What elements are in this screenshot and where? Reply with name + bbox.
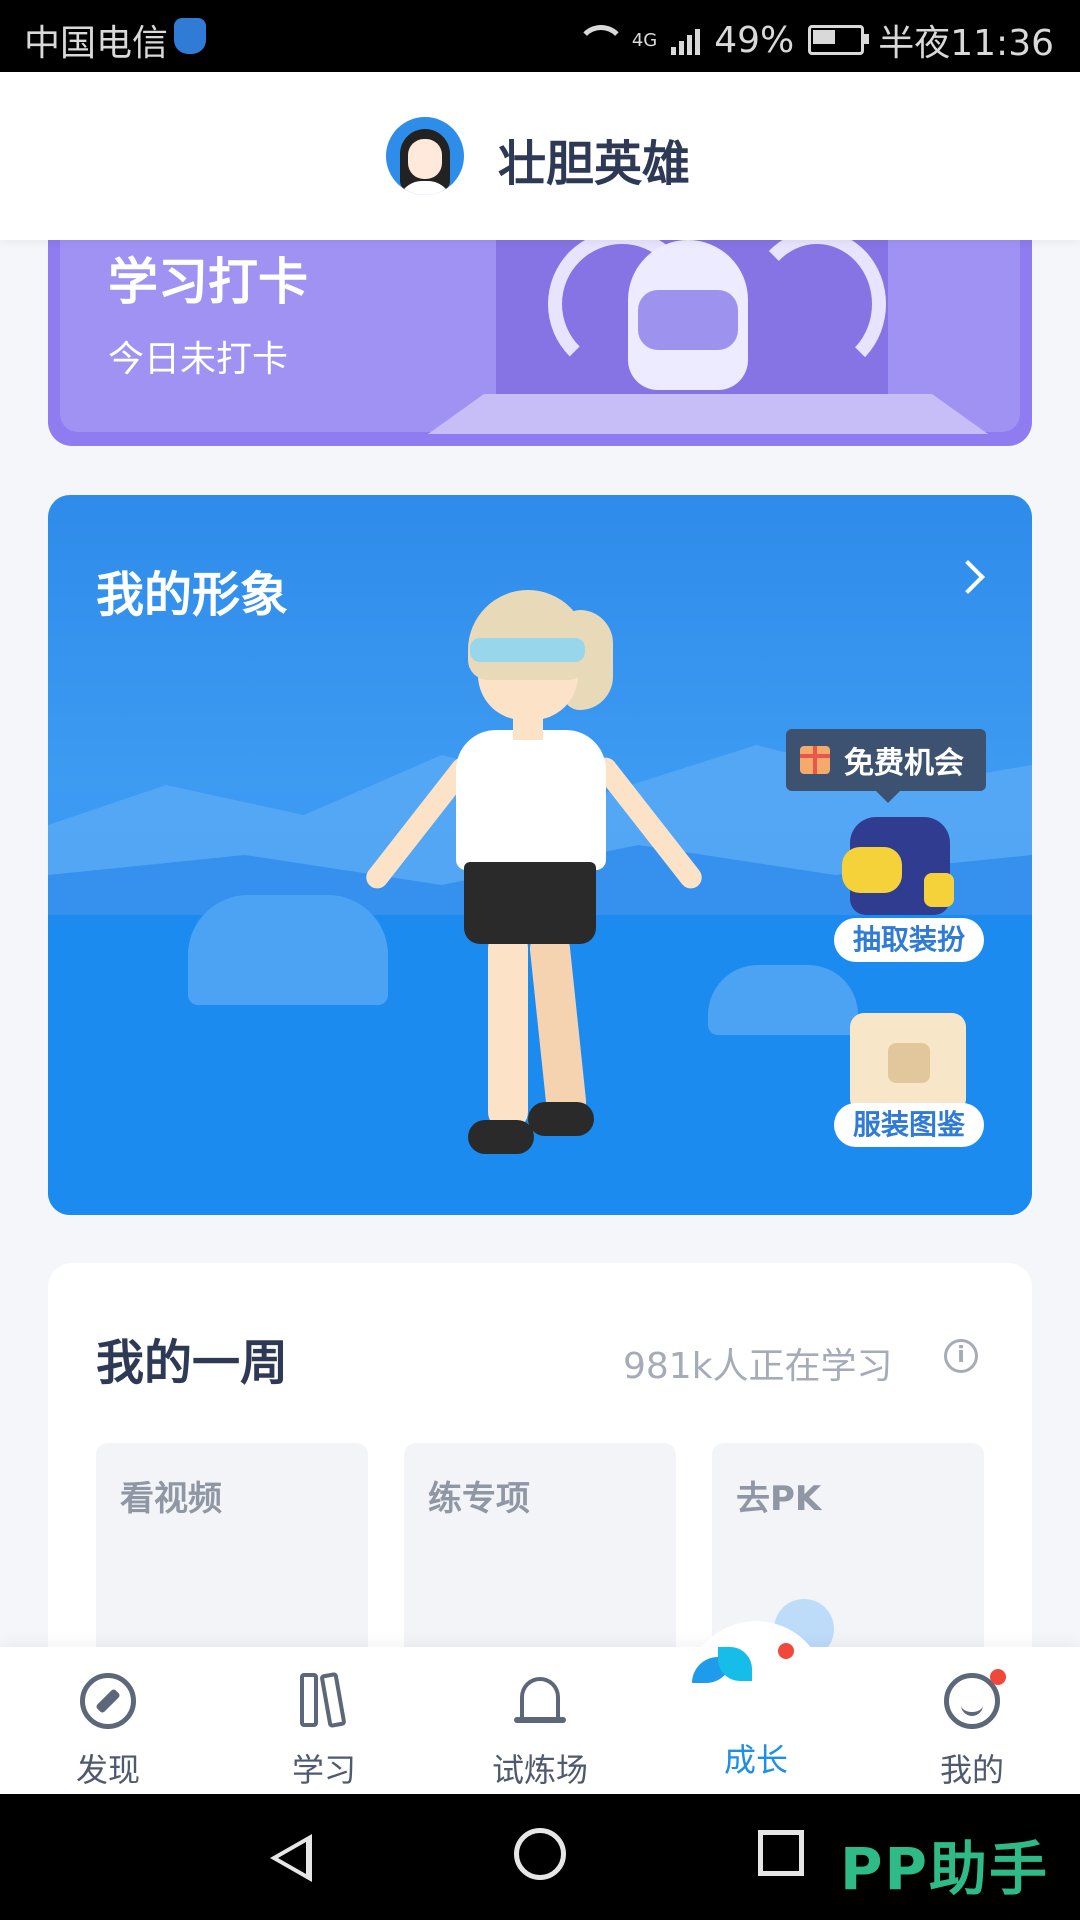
- security-shield-icon: [174, 18, 206, 54]
- wifi-icon: [576, 25, 618, 55]
- notification-dot: [778, 1643, 794, 1659]
- my-avatar-card[interactable]: 我的形象 免费机会 抽取装扮 服装图鉴: [48, 495, 1032, 1215]
- free-chance-label: 免费机会: [844, 746, 964, 781]
- bell-icon: [512, 1673, 568, 1729]
- week-title: 我的一周: [96, 1335, 289, 1391]
- back-icon[interactable]: [270, 1834, 312, 1882]
- nav-label: 学习: [291, 1751, 356, 1789]
- chevron-right-icon[interactable]: [951, 560, 985, 594]
- nav-label: 发现: [75, 1751, 140, 1789]
- lucky-bag-icon[interactable]: [842, 817, 954, 915]
- tile-label: 练专项: [428, 1479, 530, 1519]
- nav-mine[interactable]: 我的: [864, 1647, 1080, 1794]
- home-icon[interactable]: [514, 1828, 566, 1880]
- compass-icon: [80, 1673, 136, 1729]
- user-avatar[interactable]: [386, 117, 464, 195]
- books-icon: [300, 1673, 348, 1729]
- avatar-card-title: 我的形象: [96, 567, 289, 623]
- gift-icon: [800, 746, 830, 774]
- my-week-card: 我的一周 981k人正在学习 i 看视频 练专项 去PK: [48, 1263, 1032, 1683]
- watermark-logo: PP助手: [840, 1835, 1050, 1903]
- checkin-title: 学习打卡: [108, 253, 308, 311]
- tile-label: 看视频: [120, 1479, 222, 1519]
- sprout-icon: [692, 1647, 752, 1703]
- outfit-catalog-button[interactable]: 服装图鉴: [834, 1103, 984, 1147]
- nav-label: 成长: [723, 1741, 788, 1779]
- network-type: 4G: [631, 29, 658, 51]
- free-chance-tooltip: 免费机会: [786, 729, 986, 803]
- wardrobe-icon[interactable]: [850, 1013, 966, 1113]
- recent-apps-icon[interactable]: [758, 1830, 804, 1876]
- battery-percent: 49%: [714, 19, 795, 61]
- nav-learn[interactable]: 学习: [216, 1647, 432, 1794]
- battery-icon: [808, 25, 870, 55]
- nav-label: 我的: [939, 1751, 1004, 1789]
- app-header: 壮胆英雄: [0, 72, 1080, 240]
- nav-growth[interactable]: 成长: [648, 1643, 864, 1794]
- carrier-name: 中国电信: [24, 23, 169, 64]
- avatar-character: [348, 590, 708, 1170]
- system-nav-bar: PP助手: [0, 1794, 1080, 1920]
- nav-trial-ground[interactable]: 试炼场: [432, 1647, 648, 1794]
- notification-dot: [990, 1669, 1006, 1685]
- user-name: 壮胆英雄: [498, 136, 691, 192]
- info-icon[interactable]: i: [944, 1339, 978, 1373]
- status-bar: 中国电信 4G 49% 半夜11:36: [0, 0, 1080, 72]
- nav-label: 试炼场: [491, 1751, 588, 1789]
- checkin-status: 今日未打卡: [108, 339, 289, 380]
- bottom-nav: 发现 学习 试炼场 成长 我的: [0, 1621, 1080, 1794]
- signal-icon: [671, 25, 701, 55]
- nav-discover[interactable]: 发现: [0, 1647, 216, 1794]
- tile-label: 去PK: [736, 1479, 822, 1519]
- draw-outfit-button[interactable]: 抽取装扮: [834, 918, 984, 962]
- clock: 半夜11:36: [878, 23, 1054, 64]
- learner-count: 981k人正在学习: [623, 1346, 893, 1387]
